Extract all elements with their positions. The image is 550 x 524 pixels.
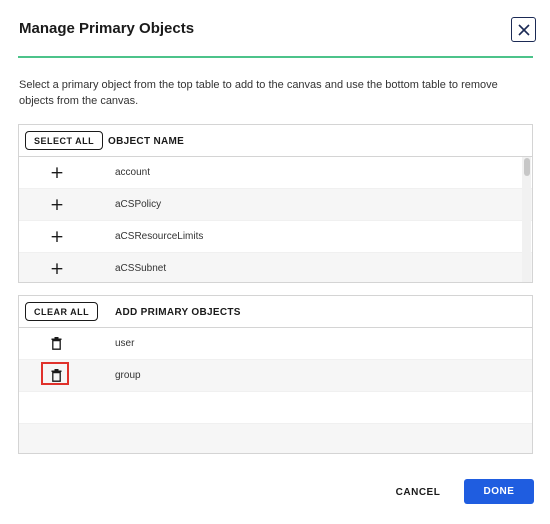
select-all-button[interactable]: SELECT ALL [25, 131, 104, 150]
add-object-button[interactable]: + [49, 194, 65, 215]
cancel-button[interactable]: CANCEL [388, 480, 448, 504]
object-name: aCSSubnet [115, 263, 167, 274]
object-name: user [115, 338, 135, 349]
header-divider [18, 56, 533, 58]
selected-objects-table-body: user group [19, 328, 532, 453]
done-button[interactable]: DONE [464, 479, 534, 504]
empty-row [19, 392, 532, 424]
table-row: + account [19, 157, 532, 189]
table-row: + aCSPolicy [19, 189, 532, 221]
add-primary-objects-column-header: ADD PRIMARY OBJECTS [115, 307, 241, 318]
object-name: aCSResourceLimits [115, 231, 204, 242]
add-object-button[interactable]: + [49, 226, 65, 247]
add-object-button[interactable]: + [49, 258, 65, 279]
object-table: SELECT ALL OBJECT NAME + account + aCSPo… [18, 124, 533, 283]
table-row: + aCSSubnet [19, 253, 532, 282]
plus-icon: + [49, 258, 65, 279]
add-object-button[interactable]: + [49, 162, 65, 183]
object-table-header: SELECT ALL OBJECT NAME [19, 125, 532, 157]
close-button[interactable] [511, 17, 536, 42]
close-icon [517, 23, 530, 36]
highlight-box [41, 362, 69, 385]
plus-icon: + [49, 162, 65, 183]
object-name-column-header: OBJECT NAME [108, 136, 185, 147]
table-row: group [19, 360, 532, 392]
object-name: aCSPolicy [115, 199, 162, 210]
plus-icon: + [49, 194, 65, 215]
table-row: + aCSResourceLimits [19, 221, 532, 253]
object-name: account [115, 167, 151, 178]
trash-icon [51, 337, 61, 350]
table-row: user [19, 328, 532, 360]
selected-objects-table-header: CLEAR ALL ADD PRIMARY OBJECTS [19, 296, 532, 328]
plus-icon: + [49, 226, 65, 247]
dialog-header: Manage Primary Objects [0, 0, 550, 58]
scrollbar-thumb[interactable] [524, 158, 530, 176]
object-name: group [115, 370, 141, 381]
clear-all-button[interactable]: CLEAR ALL [25, 302, 99, 321]
dialog-description: Select a primary object from the top tab… [19, 79, 498, 107]
object-table-body: + account + aCSPolicy + aCSResourceLimit… [19, 157, 532, 282]
dialog-title: Manage Primary Objects [19, 20, 195, 37]
selected-objects-table: CLEAR ALL ADD PRIMARY OBJECTS user group [18, 295, 533, 454]
remove-object-button[interactable] [48, 336, 64, 352]
empty-row [19, 424, 532, 453]
